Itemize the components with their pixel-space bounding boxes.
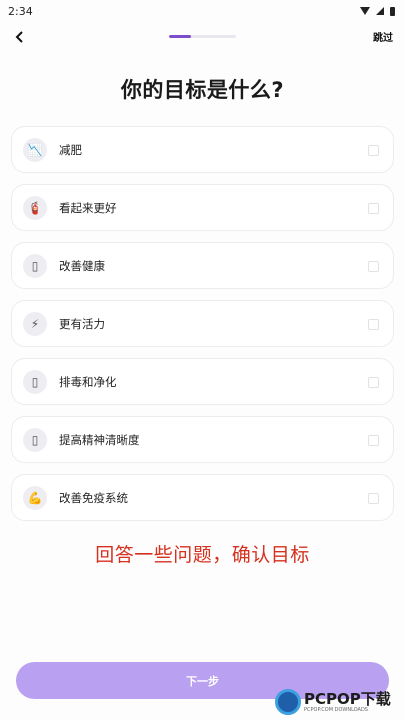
goal-checkbox[interactable] <box>368 493 379 504</box>
watermark-text: PCPOP下载 <box>304 689 391 708</box>
overlay-caption: 回答一些问题，确认目标 <box>95 544 310 566</box>
goal-label: 提高精神清晰度 <box>59 432 140 447</box>
goal-option-immune-system[interactable]: 💪 改善免疫系统 <box>11 474 394 521</box>
top-bar: 跳过 <box>0 22 405 52</box>
goal-option-detox[interactable]: ▯ 排毒和净化 <box>11 358 394 405</box>
flexed-arm-icon: 💪 <box>23 485 47 510</box>
goal-label: 看起来更好 <box>59 200 117 215</box>
page-title: 你的目标是什么? <box>120 78 285 102</box>
watermark-subtext: PCPOP.COM DOWNLOADS <box>304 706 368 713</box>
skip-button[interactable]: 跳过 <box>373 29 393 44</box>
lightning-icon: ⚡ <box>23 311 47 336</box>
health-icon: ▯ <box>23 253 47 278</box>
detox-icon: ▯ <box>23 369 47 394</box>
status-icons <box>360 6 395 16</box>
status-bar: 2:34 <box>0 0 405 22</box>
goal-label: 改善免疫系统 <box>59 490 128 505</box>
fire-extinguisher-icon: 🧯 <box>23 195 47 220</box>
watermark-text-wrap: PCPOP下载 PCPOP.COM DOWNLOADS <box>304 691 391 714</box>
goal-label: 改善健康 <box>59 258 105 273</box>
goal-option-lose-weight[interactable]: 📉 减肥 <box>11 126 394 173</box>
goal-label: 减肥 <box>59 142 82 157</box>
goal-option-more-energy[interactable]: ⚡ 更有活力 <box>11 300 394 347</box>
goal-option-look-better[interactable]: 🧯 看起来更好 <box>11 184 394 231</box>
goal-option-improve-health[interactable]: ▯ 改善健康 <box>11 242 394 289</box>
wifi-icon <box>360 7 370 15</box>
goal-checkbox[interactable] <box>368 319 379 330</box>
goal-label: 更有活力 <box>59 316 105 331</box>
goal-list: 📉 减肥 🧯 看起来更好 ▯ 改善健康 ⚡ 更有活力 ▯ 排毒和净化 ▯ 提高精… <box>11 126 394 532</box>
goal-option-mental-clarity[interactable]: ▯ 提高精神清晰度 <box>11 416 394 463</box>
status-time: 2:34 <box>8 4 33 18</box>
goal-checkbox[interactable] <box>368 261 379 272</box>
progress-bar <box>169 35 236 38</box>
screen: 2:34 跳过 你的目标是什么? 📉 减肥 🧯 看起来更好 ▯ 改善健康 ⚡ 更… <box>0 0 405 720</box>
watermark: PCPOP下载 PCPOP.COM DOWNLOADS <box>275 686 403 718</box>
mind-icon: ▯ <box>23 427 47 452</box>
watermark-logo-icon <box>275 689 301 715</box>
back-button[interactable] <box>10 26 30 48</box>
signal-icon <box>376 7 384 15</box>
goal-label: 排毒和净化 <box>59 374 117 389</box>
chart-down-icon: 📉 <box>23 137 47 162</box>
progress-fill <box>169 35 192 38</box>
battery-icon <box>390 6 395 16</box>
goal-checkbox[interactable] <box>368 203 379 214</box>
goal-checkbox[interactable] <box>368 435 379 446</box>
chevron-left-icon <box>15 31 23 43</box>
goal-checkbox[interactable] <box>368 145 379 156</box>
goal-checkbox[interactable] <box>368 377 379 388</box>
